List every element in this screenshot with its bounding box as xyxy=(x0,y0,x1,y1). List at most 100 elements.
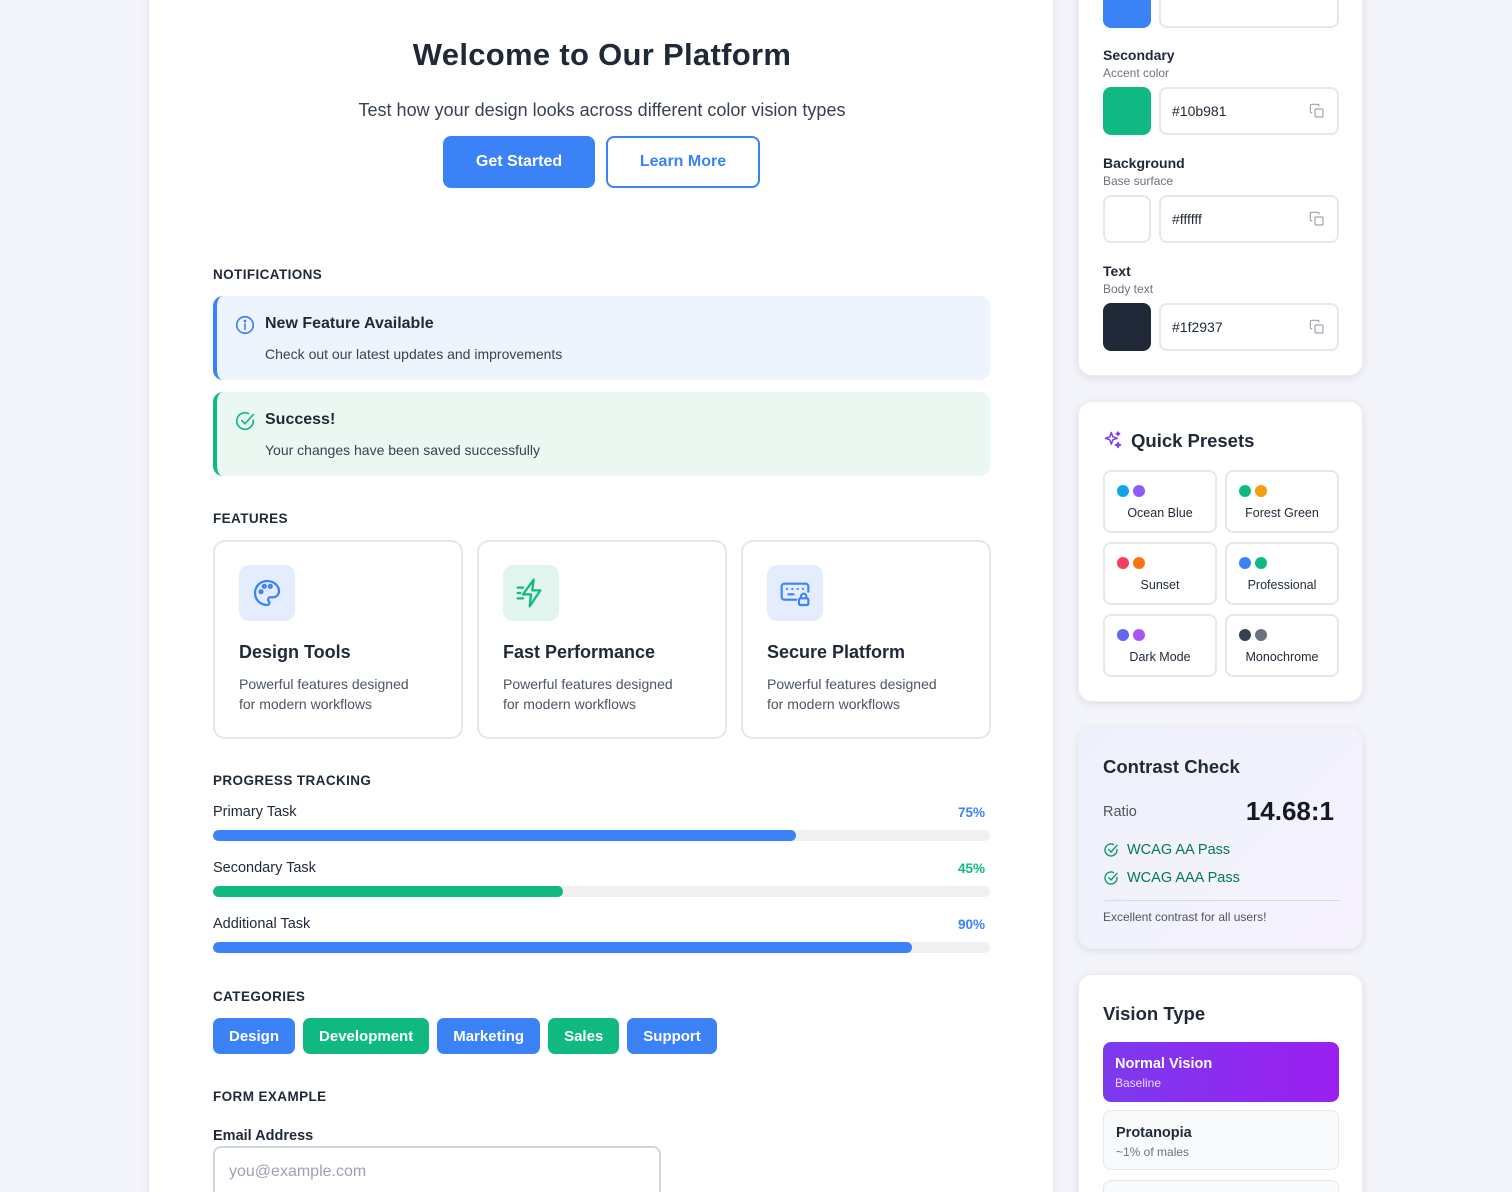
feature-card-fast-performance[interactable]: Fast Performance Powerful features desig… xyxy=(477,540,727,739)
vision-option-protanopia[interactable]: Protanopia ~1% of males xyxy=(1103,1110,1339,1170)
preset-name: Sunset xyxy=(1140,578,1180,592)
preset-name: Ocean Blue xyxy=(1127,506,1193,520)
copy-icon[interactable] xyxy=(1309,0,1325,1)
tag-development[interactable]: Development xyxy=(303,1018,430,1054)
preset-professional[interactable]: Professional xyxy=(1225,542,1339,605)
contrast-check-panel: Contrast Check Ratio 14.68:1 WCAG AA Pas… xyxy=(1078,727,1363,949)
progress-heading: PROGRESS TRACKING xyxy=(213,773,372,788)
contrast-title: Contrast Check xyxy=(1103,756,1240,777)
hex-value: #ffffff xyxy=(1172,211,1202,227)
wcag-aaa-status: WCAG AAA Pass xyxy=(1127,870,1240,886)
vision-option-sub: Baseline xyxy=(1115,1076,1162,1090)
color-dot xyxy=(1133,629,1145,641)
copy-icon[interactable] xyxy=(1309,211,1325,227)
preset-dots xyxy=(1239,629,1267,641)
palette-icon xyxy=(239,565,295,621)
quick-presets-panel: Quick Presets Ocean Blue Forest Green Su… xyxy=(1078,401,1363,702)
feature-card-design-tools[interactable]: Design Tools Powerful features designed … xyxy=(213,540,463,739)
wcag-aa-status: WCAG AA Pass xyxy=(1127,842,1231,858)
progress-fill xyxy=(213,886,563,897)
category-tags: Design Development Marketing Sales Suppo… xyxy=(213,1018,717,1054)
preset-dark-mode[interactable]: Dark Mode xyxy=(1103,614,1217,677)
vision-option-normal[interactable]: Normal Vision Baseline xyxy=(1103,1042,1339,1102)
feature-title: Secure Platform xyxy=(767,642,906,662)
preset-sunset[interactable]: Sunset xyxy=(1103,542,1217,605)
notification-info: New Feature Available Check out our late… xyxy=(213,296,990,380)
secure-keyboard-lock-icon xyxy=(767,565,823,621)
form-heading: FORM EXAMPLE xyxy=(213,1089,327,1104)
copy-icon[interactable] xyxy=(1309,319,1325,335)
notification-title: Success! xyxy=(265,411,336,428)
color-description: Accent color xyxy=(1103,66,1170,80)
notifications-heading: NOTIFICATIONS xyxy=(213,267,323,282)
notification-body: Your changes have been saved successfull… xyxy=(265,442,540,458)
vision-type-panel: Vision Type Normal Vision Baseline Prota… xyxy=(1078,974,1363,1192)
hex-value: #3b82f6 xyxy=(1172,0,1223,1)
lightning-icon xyxy=(503,565,559,621)
feature-title: Design Tools xyxy=(239,642,351,662)
tag-sales[interactable]: Sales xyxy=(548,1018,620,1054)
progress-value-primary: 75% xyxy=(957,805,985,820)
feature-title: Fast Performance xyxy=(503,642,656,662)
color-swatch-secondary[interactable] xyxy=(1103,87,1151,135)
tag-marketing[interactable]: Marketing xyxy=(437,1018,541,1054)
tag-design[interactable]: Design xyxy=(213,1018,296,1054)
preset-name: Forest Green xyxy=(1245,506,1319,520)
feature-description: Powerful features designed for modern wo… xyxy=(503,676,673,712)
color-name: Text xyxy=(1103,263,1131,279)
hex-input-primary[interactable]: #3b82f6 xyxy=(1159,0,1339,28)
vision-title: Vision Type xyxy=(1103,1003,1206,1024)
sparkles-icon xyxy=(1104,431,1122,449)
preset-monochrome[interactable]: Monochrome xyxy=(1225,614,1339,677)
preset-dots xyxy=(1239,557,1267,569)
progress-value-additional: 90% xyxy=(957,917,985,932)
vision-option-name: Normal Vision xyxy=(1115,1056,1213,1072)
color-dot xyxy=(1255,629,1267,641)
preset-ocean-blue[interactable]: Ocean Blue xyxy=(1103,470,1217,533)
get-started-button[interactable]: Get Started xyxy=(443,136,595,188)
progress-label-secondary: Secondary Task xyxy=(213,860,316,876)
info-icon xyxy=(235,315,255,335)
hero-title: Welcome to Our Platform xyxy=(412,37,792,72)
hex-value: #1f2937 xyxy=(1172,319,1223,335)
email-field[interactable]: you@example.com xyxy=(213,1146,661,1192)
preset-name: Dark Mode xyxy=(1129,650,1191,664)
vision-option-next[interactable] xyxy=(1103,1180,1339,1192)
tag-support[interactable]: Support xyxy=(627,1018,717,1054)
preset-forest-green[interactable]: Forest Green xyxy=(1225,470,1339,533)
learn-more-button[interactable]: Learn More xyxy=(606,136,760,188)
progress-fill xyxy=(213,942,913,953)
hex-input-text[interactable]: #1f2937 xyxy=(1159,303,1339,351)
color-swatch-background[interactable] xyxy=(1103,195,1151,243)
swatch-row-primary: #3b82f6 xyxy=(1103,0,1339,29)
feature-card-secure-platform[interactable]: Secure Platform Powerful features design… xyxy=(741,540,991,739)
progress-fill xyxy=(213,830,796,841)
preset-dots xyxy=(1117,485,1145,497)
email-label: Email Address xyxy=(213,1128,314,1144)
color-dot xyxy=(1133,557,1145,569)
color-palette-panel: #3b82f6 Secondary Accent color #10b981 B… xyxy=(1078,0,1363,376)
check-circle-icon xyxy=(1104,843,1118,857)
presets-title: Quick Presets xyxy=(1131,430,1255,451)
contrast-note: Excellent contrast for all users! xyxy=(1103,910,1267,924)
vision-option-name: Protanopia xyxy=(1116,1125,1192,1141)
hex-input-secondary[interactable]: #10b981 xyxy=(1159,87,1339,135)
check-circle-icon xyxy=(235,412,255,430)
color-dot xyxy=(1117,485,1129,497)
color-swatch-primary[interactable] xyxy=(1103,0,1151,28)
preset-name: Monochrome xyxy=(1245,650,1319,664)
color-swatch-text[interactable] xyxy=(1103,303,1151,351)
color-description: Body text xyxy=(1103,282,1154,296)
progress-bar-secondary xyxy=(213,886,990,897)
categories-heading: CATEGORIES xyxy=(213,989,306,1004)
progress-bar-additional xyxy=(213,942,990,953)
color-description: Base surface xyxy=(1103,174,1174,188)
progress-label-primary: Primary Task xyxy=(213,804,297,820)
hex-input-background[interactable]: #ffffff xyxy=(1159,195,1339,243)
hex-value: #10b981 xyxy=(1172,103,1227,119)
swatch-row-text: Text Body text #1f2937 xyxy=(1103,263,1339,353)
preset-name: Professional xyxy=(1247,578,1317,592)
copy-icon[interactable] xyxy=(1309,103,1325,119)
main-content: Welcome to Our Platform Test how your de… xyxy=(148,0,1054,1192)
ratio-label: Ratio xyxy=(1103,804,1137,820)
